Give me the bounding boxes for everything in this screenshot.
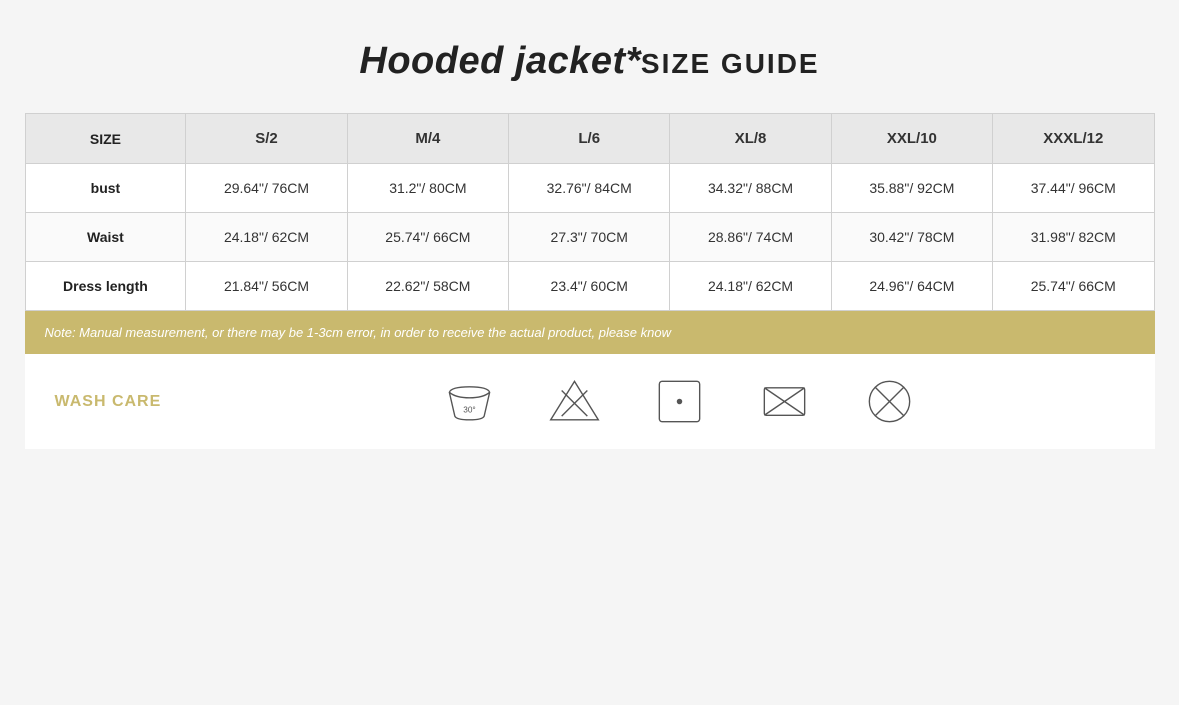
wash-care-label: WASH CARE [55,393,175,411]
table-header-l6: L/6 [509,114,670,164]
no-bleach-icon [547,374,602,429]
table-header-row: SIZES/2M/4L/6XL/8XXL/10XXXL/12 [25,114,1154,164]
svg-text:30°: 30° [463,406,475,415]
tumble-dry-icon [652,374,707,429]
table-header-size: SIZE [25,114,186,164]
table-cell: 24.18"/ 62CM [670,262,831,311]
table-cell: 24.18"/ 62CM [186,213,347,262]
table-row: Waist24.18"/ 62CM25.74"/ 66CM27.3"/ 70CM… [25,213,1154,262]
row-label: bust [25,164,186,213]
table-cell: 31.98"/ 82CM [993,213,1154,262]
row-label: Waist [25,213,186,262]
table-cell: 28.86"/ 74CM [670,213,831,262]
wash-icons-container: 30° [235,374,1125,429]
table-cell: 25.74"/ 66CM [347,213,508,262]
note-text: Note: Manual measurement, or there may b… [45,325,1135,340]
table-header-s2: S/2 [186,114,347,164]
table-header-m4: M/4 [347,114,508,164]
table-row: Dress length21.84"/ 56CM22.62"/ 58CM23.4… [25,262,1154,311]
table-cell: 32.76"/ 84CM [509,164,670,213]
table-cell: 25.74"/ 66CM [993,262,1154,311]
table-cell: 29.64"/ 76CM [186,164,347,213]
table-cell: 37.44"/ 96CM [993,164,1154,213]
row-label: Dress length [25,262,186,311]
wash-care-section: WASH CARE 30° [25,354,1155,449]
table-header-xxl10: XXL/10 [831,114,992,164]
table-row: bust29.64"/ 76CM31.2"/ 80CM32.76"/ 84CM3… [25,164,1154,213]
title-section: Hooded jacket*SIZE GUIDE [359,0,819,113]
size-table: SIZES/2M/4L/6XL/8XXL/10XXXL/12 bust29.64… [25,113,1155,311]
table-cell: 30.42"/ 78CM [831,213,992,262]
table-header-xxxl12: XXXL/12 [993,114,1154,164]
table-cell: 35.88"/ 92CM [831,164,992,213]
note-bar: Note: Manual measurement, or there may b… [25,311,1155,354]
page-wrapper: Hooded jacket*SIZE GUIDE SIZES/2M/4L/6XL… [0,0,1179,449]
table-cell: 21.84"/ 56CM [186,262,347,311]
table-cell: 34.32"/ 88CM [670,164,831,213]
table-header-xl8: XL/8 [670,114,831,164]
size-table-wrapper: SIZES/2M/4L/6XL/8XXL/10XXXL/12 bust29.64… [25,113,1155,311]
page-title: Hooded jacket*SIZE GUIDE [359,40,819,83]
table-cell: 31.2"/ 80CM [347,164,508,213]
table-cell: 22.62"/ 58CM [347,262,508,311]
table-cell: 24.96"/ 64CM [831,262,992,311]
table-cell: 27.3"/ 70CM [509,213,670,262]
iron-icon [757,374,812,429]
wash-30-icon: 30° [442,374,497,429]
table-cell: 23.4"/ 60CM [509,262,670,311]
no-dry-clean-icon [862,374,917,429]
